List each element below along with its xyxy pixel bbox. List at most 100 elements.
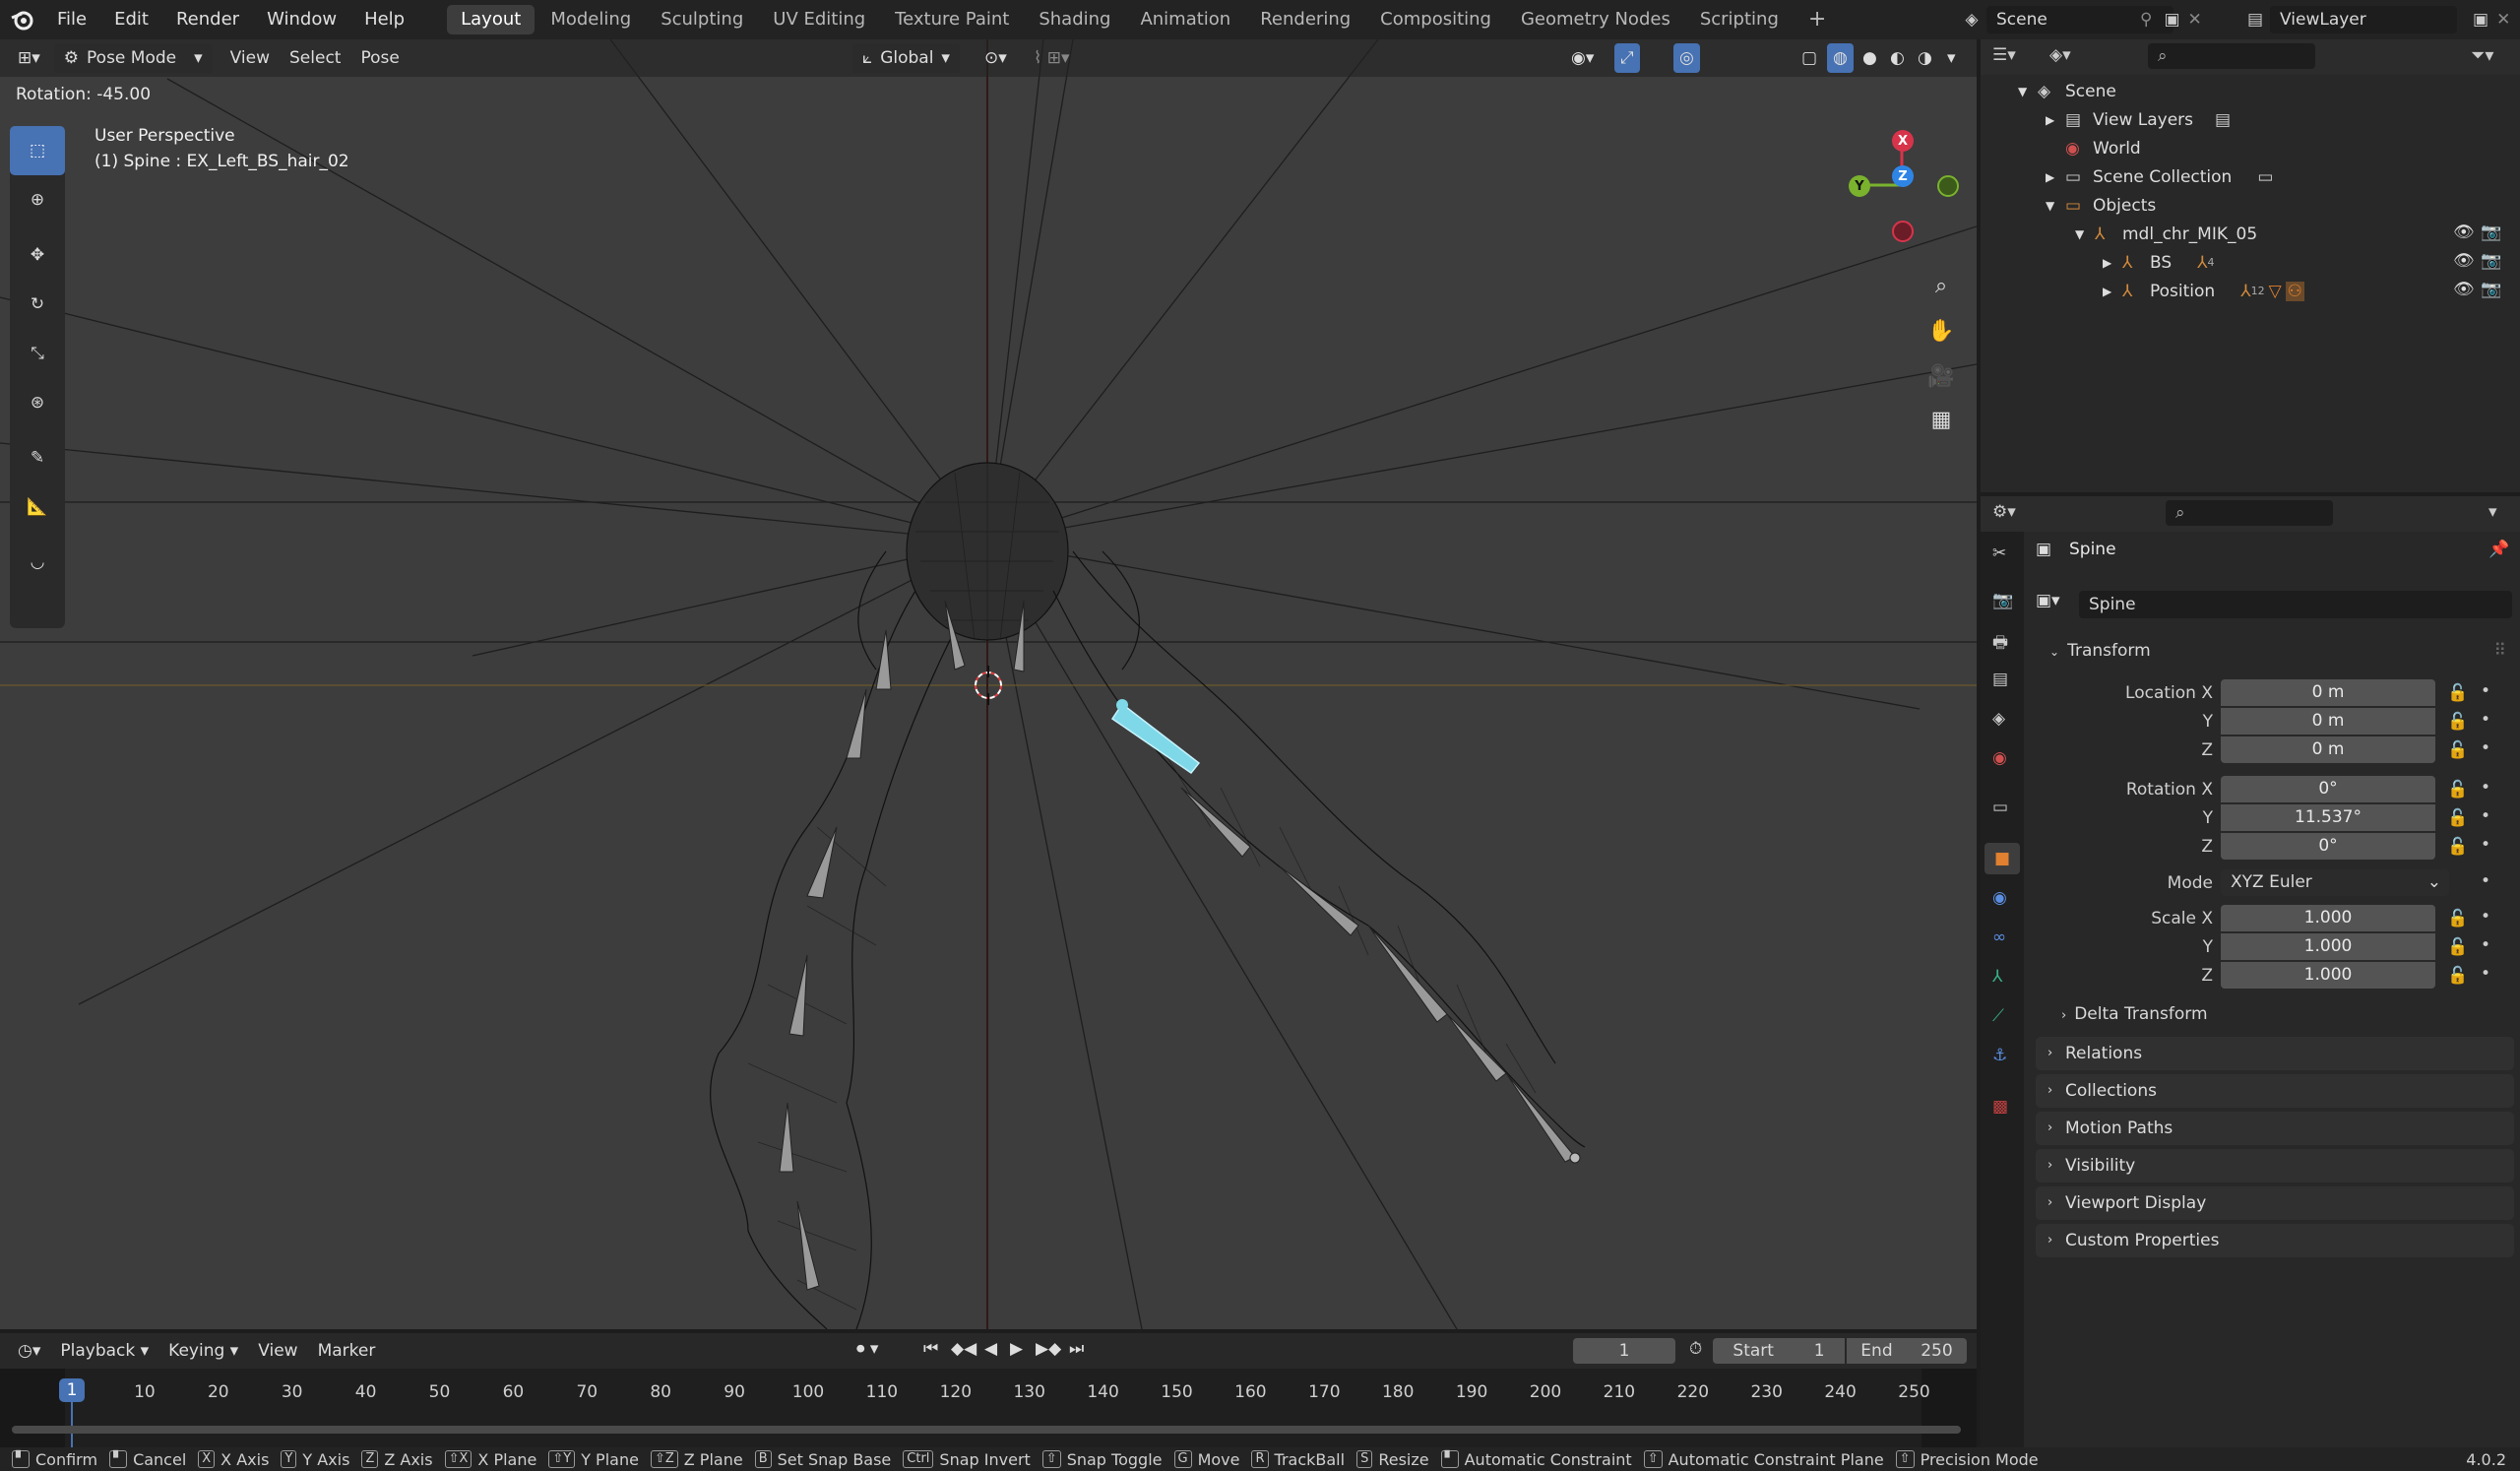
object-name-field[interactable]: Spine — [2079, 591, 2512, 618]
keyframe-dot-icon[interactable]: • — [2481, 681, 2490, 701]
move-tool[interactable]: ✥ — [10, 230, 65, 280]
keyframe-dot-icon[interactable]: • — [2481, 835, 2490, 855]
menu-window[interactable]: Window — [253, 0, 350, 39]
filter-icon[interactable]: ⏷▾ — [2471, 45, 2493, 66]
expand-arrow-icon[interactable]: ▶ — [2103, 256, 2122, 270]
snap-toggle[interactable]: ⌇ ⊞▾ — [1024, 43, 1079, 73]
tab-uv-editing[interactable]: UV Editing — [759, 5, 879, 34]
shading-options[interactable]: ▾ — [1941, 43, 1962, 73]
lock-icon[interactable]: 🔓 — [2447, 966, 2468, 986]
blender-logo-icon[interactable] — [0, 0, 43, 39]
gizmo-z-axis[interactable]: Z — [1892, 165, 1914, 187]
gizmo-neg-x-axis[interactable] — [1892, 221, 1914, 242]
hand-pan-icon[interactable]: ✋ — [1922, 311, 1961, 351]
panel-custom-properties[interactable]: › Custom Properties — [2036, 1224, 2514, 1257]
expand-arrow-icon[interactable]: ▶ — [2046, 113, 2065, 127]
navigation-gizmo[interactable]: X Y Z — [1837, 124, 1965, 252]
overlay-toggle[interactable]: ◎ — [1673, 43, 1700, 73]
expand-arrow-icon[interactable]: ▶ — [2103, 285, 2122, 298]
orientation-selector[interactable]: ⟀ Global ▾ — [852, 43, 960, 73]
tab-texture-paint[interactable]: Texture Paint — [881, 5, 1023, 34]
tab-compositing[interactable]: Compositing — [1366, 5, 1505, 34]
shading-rendered[interactable]: ◑ — [1912, 43, 1938, 73]
output-tab-icon[interactable]: 🖶 — [1992, 630, 2008, 659]
prev-keyframe-icon[interactable]: ◆◀ — [951, 1339, 976, 1359]
menu-file[interactable]: File — [43, 0, 100, 39]
menu-playback[interactable]: Playback ▾ — [50, 1336, 158, 1366]
play-icon[interactable]: ▶ — [1010, 1339, 1023, 1359]
options-chevron-icon[interactable]: ▾ — [2488, 502, 2497, 522]
tab-geometry-nodes[interactable]: Geometry Nodes — [1507, 5, 1684, 34]
delta-transform-subpanel[interactable]: › Delta Transform — [2061, 1004, 2208, 1024]
location-x-field[interactable]: 0 m — [2221, 679, 2435, 706]
keyframe-dot-icon[interactable]: • — [2481, 964, 2490, 984]
outliner-row-scene-collection[interactable]: ▶ ▭ Scene Collection ▭ — [2046, 162, 2273, 191]
viewport-scene[interactable] — [0, 39, 1977, 1329]
outliner-row-mdl-chr[interactable]: ▼ ⅄ mdl_chr_MIK_05 — [2075, 220, 2257, 248]
lock-icon[interactable]: 🔓 — [2447, 909, 2468, 928]
camera-icon[interactable]: 🎥 — [1922, 356, 1961, 396]
jump-end-icon[interactable]: ⏭ — [1069, 1339, 1084, 1359]
frame-ruler[interactable]: 10 20 30 40 50 60 70 80 90 100 110 120 130 140 150 160 1… — [0, 1369, 1977, 1447]
rotation-x-field[interactable]: 0° — [2221, 776, 2435, 802]
pin-icon[interactable]: ⚲ — [2140, 10, 2152, 30]
editor-type-icon[interactable]: ⊞▾ — [8, 43, 50, 73]
viewlayer-selector[interactable]: ▤ ViewLayer ▣ ✕ — [2240, 5, 2512, 34]
pivot-selector[interactable]: ⊙▾ — [975, 43, 1017, 73]
panel-relations[interactable]: › Relations — [2036, 1037, 2514, 1070]
texture-tab-icon[interactable]: ▩ — [1992, 1097, 2008, 1117]
shading-wireframe[interactable]: ◍ — [1827, 43, 1854, 73]
lock-icon[interactable]: 🔓 — [2447, 683, 2468, 703]
keyframe-dot-icon[interactable]: • — [2481, 738, 2490, 758]
lock-icon[interactable]: 🔓 — [2447, 937, 2468, 957]
keyframe-dot-icon[interactable]: • — [2481, 778, 2490, 798]
panel-collections[interactable]: › Collections — [2036, 1074, 2514, 1108]
playhead-frame-box[interactable]: 1 — [59, 1378, 85, 1402]
eye-icon[interactable]: 👁 — [2453, 223, 2475, 242]
transform-panel-header[interactable]: ⌄ Transform ⠿ — [2036, 636, 2514, 666]
menu-pose[interactable]: Pose — [350, 43, 409, 73]
visibility-selector[interactable]: ◉▾ — [1561, 43, 1604, 73]
shading-material[interactable]: ◐ — [1884, 43, 1911, 73]
tab-shading[interactable]: Shading — [1025, 5, 1124, 34]
render-tab-icon[interactable]: 📷 — [1992, 591, 2013, 610]
annotate-tool[interactable]: ✎ — [10, 433, 65, 482]
outliner-row-scene[interactable]: ▼ ◈ Scene — [2018, 77, 2116, 105]
tool-tab-icon[interactable]: ✂ — [1992, 544, 2006, 563]
outliner-row-world[interactable]: ◉ World — [2065, 134, 2141, 162]
editor-type-icon[interactable]: ◷▾ — [8, 1336, 50, 1366]
timeline-scrollbar[interactable] — [12, 1426, 1961, 1434]
preview-range-icon[interactable]: ⏱ — [1689, 1339, 1702, 1359]
rotate-tool[interactable]: ↻ — [10, 280, 65, 329]
shading-solid[interactable]: ● — [1857, 43, 1883, 73]
gizmo-y-axis[interactable]: Y — [1849, 175, 1870, 197]
bone-tab-icon[interactable]: ⟋ — [1992, 1006, 2004, 1026]
keyframe-dot-icon[interactable]: • — [2481, 871, 2490, 891]
keyframe-dot-icon[interactable]: • — [2481, 907, 2490, 927]
eye-icon[interactable]: 👁 — [2453, 251, 2475, 271]
start-frame-field[interactable]: Start 1 — [1713, 1338, 1845, 1364]
keyframe-dot-icon[interactable]: • — [2481, 935, 2490, 955]
rotation-mode-dropdown[interactable]: XYZ Euler ⌄ — [2221, 869, 2449, 896]
selected-bone[interactable] — [1110, 699, 1201, 775]
tab-scripting[interactable]: Scripting — [1686, 5, 1793, 34]
camera-render-icon[interactable]: 📷 — [2481, 280, 2501, 299]
editor-type-icon[interactable]: ⚙▾ — [1992, 502, 2016, 522]
add-workspace-button[interactable]: + — [1795, 5, 1840, 34]
current-frame-field[interactable]: 1 — [1573, 1338, 1675, 1364]
outliner-search[interactable]: ⌕ — [2148, 43, 2315, 69]
bone-constraint-tab-icon[interactable]: ⚓ — [1992, 1046, 2007, 1065]
expand-arrow-icon[interactable]: ▶ — [2046, 170, 2065, 184]
outliner-row-objects[interactable]: ▼ ▭ Objects — [2046, 191, 2156, 220]
camera-render-icon[interactable]: 📷 — [2481, 223, 2501, 242]
menu-edit[interactable]: Edit — [100, 0, 162, 39]
gizmo-x-axis[interactable]: X — [1892, 130, 1914, 152]
menu-help[interactable]: Help — [350, 0, 418, 39]
viewlayer-name-field[interactable]: ViewLayer — [2270, 6, 2457, 33]
drag-handle-icon[interactable]: ⠿ — [2494, 636, 2506, 666]
3d-viewport[interactable]: ⊞▾ ⚙ Pose Mode ▾ View Select Pose ⟀ Glob… — [0, 39, 1977, 1329]
measure-tool[interactable]: 📐 — [10, 482, 65, 532]
scene-selector[interactable]: ◈ Scene ⚲ ▣ ✕ — [1957, 5, 2225, 34]
menu-select[interactable]: Select — [280, 43, 350, 73]
grid-perspective-icon[interactable]: ▦ — [1922, 400, 1961, 439]
